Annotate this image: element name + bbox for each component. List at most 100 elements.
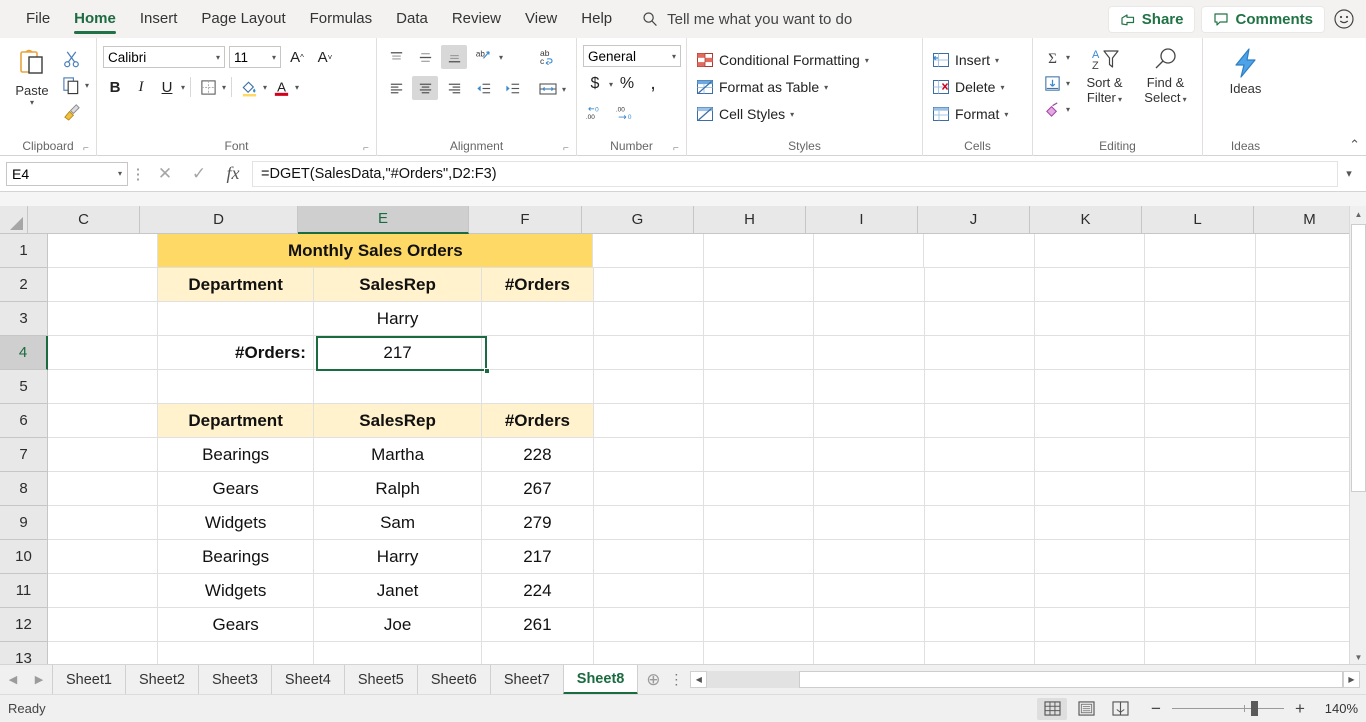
copy-button[interactable]	[58, 73, 84, 97]
cell-G5[interactable]	[593, 370, 704, 404]
sheet-tab-sheet8[interactable]: Sheet8	[562, 664, 639, 695]
cell-K8[interactable]	[1034, 472, 1146, 506]
cell-G13[interactable]	[594, 642, 704, 666]
sheet-tab-sheet6[interactable]: Sheet6	[416, 664, 490, 695]
cell-H1[interactable]	[703, 234, 815, 268]
align-bottom-button[interactable]	[441, 45, 467, 69]
cell-L6[interactable]	[1145, 404, 1256, 438]
scroll-up-arrow-icon[interactable]: ▲	[1350, 206, 1366, 223]
cell-F9[interactable]: 279	[482, 506, 594, 540]
increase-decimal-button[interactable]: 0.00	[583, 100, 609, 124]
column-header-k[interactable]: K	[1030, 206, 1142, 234]
cell-J1[interactable]	[924, 234, 1035, 268]
cell-I9[interactable]	[814, 506, 925, 540]
borders-chevron-down-icon[interactable]: ▾	[222, 83, 226, 92]
cell-H9[interactable]	[703, 506, 815, 540]
cell-I2[interactable]	[814, 268, 925, 302]
cell-J5[interactable]	[924, 370, 1035, 404]
cell-L8[interactable]	[1145, 472, 1256, 506]
percent-button[interactable]: %	[615, 72, 639, 96]
cell-D8[interactable]: Gears	[158, 472, 314, 506]
cell-E4[interactable]: 217	[313, 336, 483, 370]
cell-E3[interactable]: Harry	[313, 302, 483, 336]
increase-indent-button[interactable]	[499, 76, 525, 100]
cell-G11[interactable]	[593, 574, 704, 608]
currency-button[interactable]: $	[583, 72, 607, 96]
font-color-button[interactable]: A	[269, 75, 293, 99]
tell-me-search[interactable]: Tell me what you want to do	[642, 11, 852, 28]
sheet-tab-sheet4[interactable]: Sheet4	[270, 664, 344, 695]
fill-chevron-down-icon[interactable]: ▾	[1066, 79, 1070, 88]
insert-function-button[interactable]: fx	[216, 161, 250, 187]
column-header-l[interactable]: L	[1142, 206, 1254, 234]
row-header-10[interactable]: 10	[0, 540, 48, 574]
underline-button[interactable]: U	[155, 75, 179, 99]
column-header-j[interactable]: J	[918, 206, 1030, 234]
horizontal-scrollbar-thumb[interactable]	[799, 671, 1343, 688]
share-button[interactable]: Share	[1108, 6, 1195, 32]
cell-H12[interactable]	[703, 608, 815, 642]
cell-G1[interactable]	[593, 234, 704, 268]
cell-I5[interactable]	[814, 370, 925, 404]
cell-L11[interactable]	[1145, 574, 1256, 608]
cell-F4[interactable]	[482, 336, 594, 370]
merge-chevron-down-icon[interactable]: ▾	[562, 85, 566, 94]
cell-L9[interactable]	[1145, 506, 1256, 540]
cell-K13[interactable]	[1035, 642, 1146, 666]
cell-H6[interactable]	[703, 404, 815, 438]
formula-input[interactable]: =DGET(SalesData,"#Orders",D2:F3)	[252, 160, 1338, 187]
row-header-1[interactable]: 1	[0, 234, 48, 268]
cell-C2[interactable]	[48, 268, 159, 302]
increase-font-size-button[interactable]: A ^	[285, 45, 309, 69]
row-header-6[interactable]: 6	[0, 404, 48, 438]
orientation-button[interactable]: ab	[470, 45, 496, 69]
cell-J6[interactable]	[924, 404, 1035, 438]
cell-H2[interactable]	[703, 268, 815, 302]
format-painter-button[interactable]	[58, 99, 84, 123]
cell-I1[interactable]	[814, 234, 925, 268]
cell-D10[interactable]: Bearings	[158, 540, 314, 574]
column-header-h[interactable]: H	[694, 206, 806, 234]
cell-J12[interactable]	[924, 608, 1035, 642]
cell-styles-button[interactable]: Cell Styles ▾	[693, 101, 872, 127]
cell-D9[interactable]: Widgets	[158, 506, 314, 540]
decrease-font-size-button[interactable]: A ˅	[313, 45, 337, 69]
cell-C3[interactable]	[48, 302, 159, 336]
cell-F6[interactable]: #Orders	[482, 404, 594, 438]
row-header-12[interactable]: 12	[0, 608, 48, 642]
cell-G6[interactable]	[593, 404, 704, 438]
alignment-dialog-launcher[interactable]: ⌐	[563, 143, 574, 154]
cell-L2[interactable]	[1145, 268, 1256, 302]
format-as-table-button[interactable]: Format as Table ▾	[693, 74, 872, 100]
cell-C11[interactable]	[48, 574, 159, 608]
cell-C1[interactable]	[48, 234, 159, 268]
cell-F10[interactable]: 217	[482, 540, 594, 574]
cell-J4[interactable]	[924, 336, 1035, 370]
autosum-chevron-down-icon[interactable]: ▾	[1066, 53, 1070, 62]
cell-K2[interactable]	[1034, 268, 1146, 302]
cell-K1[interactable]	[1034, 234, 1146, 268]
next-sheet-arrow-icon[interactable]: ▶	[26, 667, 52, 693]
paste-button[interactable]: Paste ▾	[6, 45, 58, 107]
ribbon-tab-view[interactable]: View	[513, 0, 569, 38]
align-left-button[interactable]	[383, 76, 409, 100]
number-format-select[interactable]: General ▾	[583, 45, 681, 67]
page-break-preview-button[interactable]	[1105, 698, 1135, 720]
sheet-tab-sheet3[interactable]: Sheet3	[197, 664, 271, 695]
cell-L1[interactable]	[1145, 234, 1256, 268]
sort-and-filter-button[interactable]: AZ Sort & Filter ▾	[1074, 45, 1135, 107]
cell-I4[interactable]	[814, 336, 925, 370]
cell-I10[interactable]	[814, 540, 925, 574]
collapse-ribbon-button[interactable]: ⌃	[1349, 137, 1360, 153]
row-header-7[interactable]: 7	[0, 438, 48, 472]
cell-H11[interactable]	[703, 574, 815, 608]
cell-G3[interactable]	[593, 302, 704, 336]
cell-I11[interactable]	[814, 574, 925, 608]
sheet-tab-sheet7[interactable]: Sheet7	[489, 664, 563, 695]
cell-F11[interactable]: 224	[482, 574, 594, 608]
cell-E7[interactable]: Martha	[313, 438, 483, 472]
cell-I7[interactable]	[814, 438, 925, 472]
insert-cells-button[interactable]: Insert ▾	[929, 47, 1011, 73]
cell-L5[interactable]	[1145, 370, 1256, 404]
column-header-i[interactable]: I	[806, 206, 918, 234]
